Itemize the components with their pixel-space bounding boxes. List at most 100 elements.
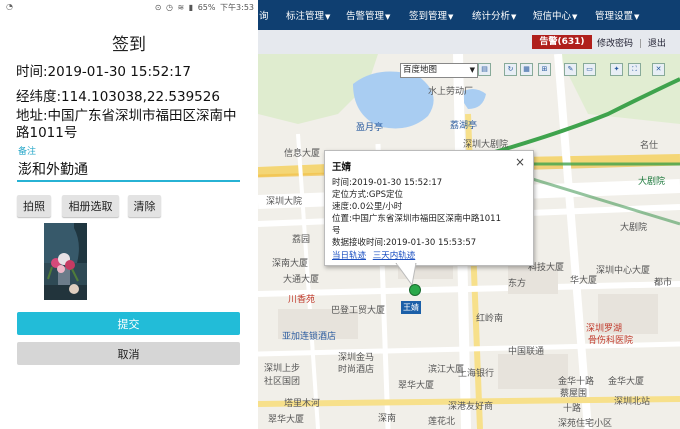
nav-item-query[interactable]: 询: [259, 8, 269, 22]
map-label: 大剧院: [620, 223, 648, 233]
map-label: 川香苑: [288, 295, 316, 305]
map-label: 亚加连锁酒店: [282, 332, 337, 342]
alarm-icon: ◷: [165, 3, 173, 12]
today-track-link[interactable]: 当日轨迹: [332, 251, 366, 261]
clear-button[interactable]: 清除: [128, 195, 161, 217]
map-label: 大通大厦: [283, 275, 320, 285]
map-label: 华大厦: [570, 276, 598, 286]
map-label: 水上劳动厂: [428, 87, 474, 97]
remark-input[interactable]: [17, 158, 240, 182]
caret-down-icon: ▼: [511, 13, 517, 21]
pin-icon[interactable]: ✦: [610, 63, 623, 76]
map-label: 社区国团: [264, 377, 301, 387]
signal-icon: ▮: [188, 3, 194, 12]
map-label: 骨伤科医院: [588, 336, 634, 346]
map-type-select[interactable]: 百度地图 ▼: [400, 63, 478, 78]
popup-time: 时间:2019-01-30 15:52:17: [332, 178, 443, 188]
map-label: 巴登工贸大厦: [331, 306, 386, 316]
signin-coordinates: 经纬度:114.103038,22.539526: [16, 89, 220, 105]
popup-speed: 速度:0.0公里/小时: [332, 202, 403, 212]
signin-address: 地址:中国广东省深圳市福田区深南中路1011号: [16, 108, 237, 141]
map-label: 荔湖亭: [450, 121, 478, 131]
close-icon[interactable]: ×: [515, 155, 525, 169]
phone-signin-screen: ◔ ⊙ ◷ ≋ ▮ 65% 下午3:53 签到 时间:2019-01-30 15…: [0, 0, 259, 429]
layers-icon[interactable]: ▦: [520, 63, 533, 76]
three-day-track-link[interactable]: 三天内轨迹: [373, 251, 416, 261]
nav-item-statistics[interactable]: 统计分析▼: [472, 8, 516, 22]
fullscreen-icon[interactable]: ⛶: [628, 63, 641, 76]
map-label: 翠华大厦: [398, 381, 435, 391]
caret-down-icon: ▼: [448, 13, 454, 21]
nav-item-marker-mgmt[interactable]: 标注管理▼: [286, 8, 330, 22]
location-info-popup: 王婧 × 时间:2019-01-30 15:52:17 定位方式:GPS定位 速…: [324, 150, 534, 266]
map-label: 大剧院: [638, 177, 666, 187]
remark-label: 备注: [18, 147, 37, 157]
alarm-count-badge[interactable]: 告警(631): [532, 35, 592, 49]
map-label: 深圳北站: [614, 397, 651, 407]
traffic-icon[interactable]: ⊞: [538, 63, 551, 76]
map-label: 深南: [378, 414, 397, 424]
location-icon: ⊙: [154, 3, 162, 12]
draw-icon[interactable]: ✎: [564, 63, 577, 76]
measure-icon[interactable]: ▭: [583, 63, 596, 76]
top-nav: 询 标注管理▼ 告警管理▼ 签到管理▼ 统计分析▼ 短信中心▼ 管理设置▼: [258, 0, 680, 30]
map-label: 莲花北: [428, 417, 456, 427]
map-label: 盈月亭: [356, 123, 384, 133]
close-map-icon[interactable]: ✕: [652, 63, 665, 76]
popup-received-time: 数据接收时间:2019-01-30 15:53:57: [332, 238, 477, 248]
marker-name-label: 王婧: [401, 301, 421, 314]
map-label: 金华大厦: [608, 377, 645, 387]
page-title: 签到: [112, 35, 146, 55]
status-time: 下午3:53: [220, 3, 254, 12]
web-monitor-panel: 询 标注管理▼ 告警管理▼ 签到管理▼ 统计分析▼ 短信中心▼ 管理设置▼ 告警…: [258, 0, 680, 429]
map-label: 中国联通: [508, 347, 545, 357]
map-label: 蔡屋围: [560, 389, 588, 399]
location-marker-icon[interactable]: [409, 284, 421, 296]
photo-thumbnail[interactable]: [44, 223, 87, 300]
map-label: 信息大厦: [284, 149, 321, 159]
map-label: 时尚酒店: [338, 365, 375, 375]
nav-item-signin-mgmt[interactable]: 签到管理▼: [409, 8, 453, 22]
map-label: 深南大厦: [272, 259, 309, 269]
nav-item-alarm-mgmt[interactable]: 告警管理▼: [346, 8, 390, 22]
map-label: 深圳大院: [266, 197, 303, 207]
map-label: 深圳上步: [264, 364, 301, 374]
map-label: 红岭南: [476, 314, 504, 324]
popup-position: 位置:中国广东省深圳市福田区深南中路1011: [332, 214, 501, 224]
map-label: 名仕: [640, 141, 659, 151]
map-label: 深圳大剧院: [463, 140, 509, 150]
map-label: 塔里木河: [284, 399, 321, 409]
refresh-icon[interactable]: ↻: [504, 63, 517, 76]
notification-icon: ◔: [6, 2, 13, 11]
popup-person-name: 王婧: [332, 162, 352, 173]
map-label: 荔园: [292, 235, 311, 245]
chevron-down-icon: ▼: [469, 66, 475, 74]
popup-position-cont: 号: [332, 226, 341, 236]
map-label: 东方: [508, 279, 527, 289]
take-photo-button[interactable]: 拍照: [17, 195, 51, 217]
popup-method: 定位方式:GPS定位: [332, 190, 403, 200]
print-icon[interactable]: ▤: [478, 63, 491, 76]
caret-down-icon: ▼: [572, 13, 578, 21]
submit-button[interactable]: 提交: [17, 312, 240, 335]
battery-text: 65%: [197, 3, 216, 12]
status-bar: ◔ ⊙ ◷ ≋ ▮ 65% 下午3:53: [0, 0, 258, 14]
nav-item-sms-center[interactable]: 短信中心▼: [533, 8, 577, 22]
nav-item-settings[interactable]: 管理设置▼: [595, 8, 639, 22]
caret-down-icon: ▼: [325, 13, 331, 21]
map-label: 深圳中心大厦: [596, 266, 651, 276]
cancel-button[interactable]: 取消: [17, 342, 240, 365]
logout-link[interactable]: 退出: [648, 39, 666, 49]
map-label: 翠华大厦: [268, 415, 305, 425]
album-select-button[interactable]: 相册选取: [62, 195, 119, 217]
caret-down-icon: ▼: [385, 13, 391, 21]
map-label: 都市: [654, 278, 673, 288]
wifi-icon: ≋: [177, 3, 185, 12]
map-label: 十路: [563, 404, 582, 414]
map-label: 深苑住宅小区: [558, 419, 613, 429]
change-password-link[interactable]: 修改密码: [597, 39, 633, 49]
signin-time: 时间:2019-01-30 15:52:17: [16, 64, 191, 80]
map-label: 上海银行: [458, 369, 495, 379]
caret-down-icon: ▼: [634, 13, 640, 21]
map-label: 深港友好商: [448, 402, 494, 412]
